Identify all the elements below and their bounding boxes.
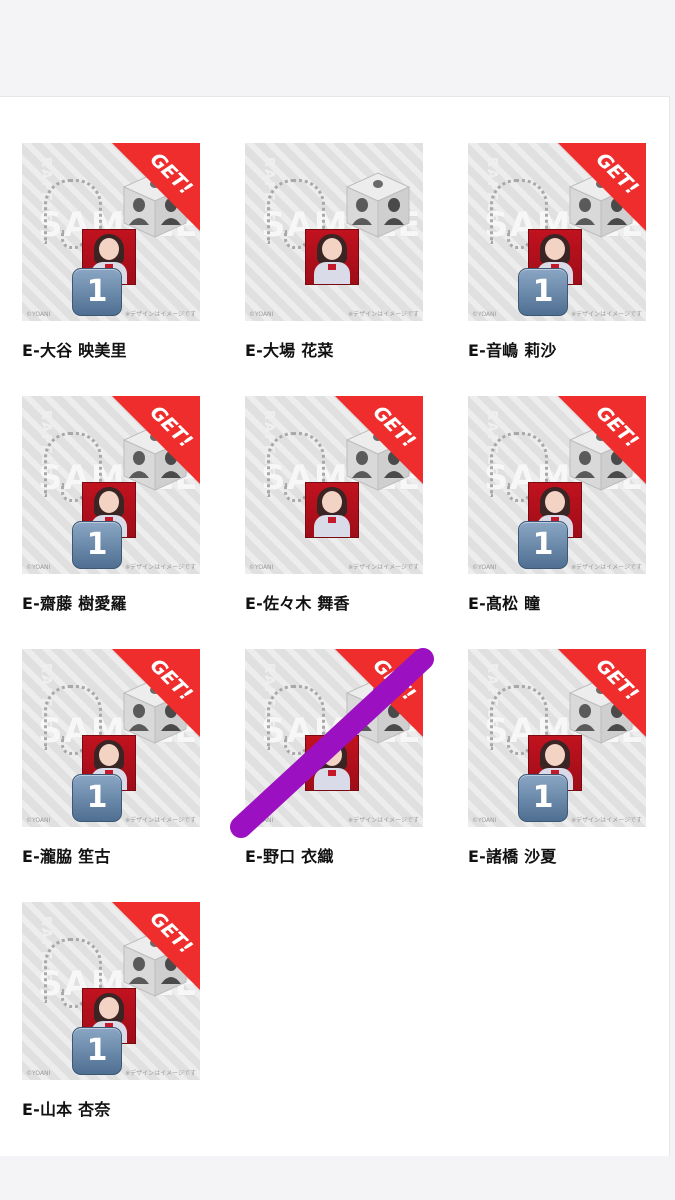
product-name[interactable]: E-齋藤 樹愛羅 [22, 590, 200, 614]
product-name[interactable]: E-音嶋 莉沙 [468, 337, 646, 361]
copyright-label: ©YOANI [472, 817, 497, 824]
design-note-label: ※デザインはイメージです [348, 564, 419, 571]
product-card[interactable]: RAFFLE SAMPLE GET! 1 ©YOANI ※デザインはイメージです… [468, 396, 646, 614]
copyright-label: ©YOANI [26, 311, 51, 318]
bottom-margin [0, 1156, 675, 1200]
member-photo [305, 735, 359, 791]
product-name[interactable]: E-大場 花菜 [245, 337, 423, 361]
product-thumbnail[interactable]: RAFFLE SAMPLE GET! 1 ©YOANI ※デザインはイメージです [468, 396, 646, 574]
product-name[interactable]: E-大谷 映美里 [22, 337, 200, 361]
product-name[interactable]: E-佐々木 舞香 [245, 590, 423, 614]
member-photo [305, 229, 359, 285]
copyright-label: ©YOANI [249, 311, 274, 318]
product-thumbnail[interactable]: RAFFLE SAMPLE GET! 1 ©YOANI ※デザインはイメージです [22, 649, 200, 827]
product-thumbnail[interactable]: RAFFLE SAMPLE ©YOANI ※デザインはイメージです [245, 143, 423, 321]
product-thumbnail[interactable]: RAFFLE SAMPLE GET! 1 ©YOANI ※デザインはイメージです [468, 649, 646, 827]
copyright-label: ©YOANI [249, 564, 274, 571]
design-note-label: ※デザインはイメージです [571, 311, 642, 318]
design-note-label: ※デザインはイメージです [125, 1070, 196, 1077]
product-card[interactable]: RAFFLE SAMPLE GET! 1 ©YOANI ※デザインはイメージです… [22, 649, 200, 867]
product-card[interactable]: RAFFLE SAMPLE GET! 1 ©YOANI ※デザインはイメージです… [468, 649, 646, 867]
top-margin [0, 0, 675, 96]
product-thumbnail[interactable]: RAFFLE SAMPLE GET! 1 ©YOANI ※デザインはイメージです [22, 902, 200, 1080]
product-name[interactable]: E-瀧脇 笙古 [22, 843, 200, 867]
design-note-label: ※デザインはイメージです [571, 564, 642, 571]
count-badge: 1 [72, 521, 122, 569]
product-name[interactable]: E-髙松 瞳 [468, 590, 646, 614]
count-badge: 1 [518, 268, 568, 316]
product-card[interactable]: RAFFLE SAMPLE GET! ©YOANI ※デザインはイメージです E… [245, 396, 423, 614]
count-badge: 1 [72, 774, 122, 822]
product-card[interactable]: RAFFLE SAMPLE GET! 1 ©YOANI ※デザインはイメージです… [22, 902, 200, 1120]
count-badge: 1 [518, 521, 568, 569]
design-note-label: ※デザインはイメージです [348, 311, 419, 318]
design-note-label: ※デザインはイメージです [125, 311, 196, 318]
design-note-label: ※デザインはイメージです [125, 564, 196, 571]
member-photo [305, 482, 359, 538]
product-thumbnail[interactable]: RAFFLE SAMPLE GET! 1 ©YOANI ※デザインはイメージです [22, 396, 200, 574]
copyright-label: ©YOANI [472, 564, 497, 571]
product-card[interactable]: RAFFLE SAMPLE GET! 1 ©YOANI ※デザインはイメージです… [22, 396, 200, 614]
design-note-label: ※デザインはイメージです [348, 817, 419, 824]
design-note-label: ※デザインはイメージです [125, 817, 196, 824]
product-card[interactable]: RAFFLE SAMPLE GET! 1 ©YOANI ※デザインはイメージです… [468, 143, 646, 361]
copyright-label: ©YOANI [26, 1070, 51, 1077]
count-badge: 1 [518, 774, 568, 822]
product-thumbnail[interactable]: RAFFLE SAMPLE GET! 1 ©YOANI ※デザインはイメージです [468, 143, 646, 321]
count-badge: 1 [72, 268, 122, 316]
product-thumbnail[interactable]: RAFFLE SAMPLE GET! ©YOANI ※デザインはイメージです [245, 649, 423, 827]
count-badge: 1 [72, 1027, 122, 1075]
product-card[interactable]: RAFFLE SAMPLE GET! ©YOANI ※デザインはイメージです E… [245, 649, 423, 867]
copyright-label: ©YOANI [26, 564, 51, 571]
product-name[interactable]: E-山本 杏奈 [22, 1096, 200, 1120]
copyright-label: ©YOANI [472, 311, 497, 318]
copyright-label: ©YOANI [249, 817, 274, 824]
product-card[interactable]: RAFFLE SAMPLE ©YOANI ※デザインはイメージです E-大場 花… [245, 143, 423, 361]
product-name[interactable]: E-諸橋 沙夏 [468, 843, 646, 867]
product-card[interactable]: RAFFLE SAMPLE GET! 1 ©YOANI ※デザインはイメージです… [22, 143, 200, 361]
product-thumbnail[interactable]: RAFFLE SAMPLE GET! ©YOANI ※デザインはイメージです [245, 396, 423, 574]
product-thumbnail[interactable]: RAFFLE SAMPLE GET! 1 ©YOANI ※デザインはイメージです [22, 143, 200, 321]
product-name[interactable]: E-野口 衣織 [245, 843, 423, 867]
copyright-label: ©YOANI [26, 817, 51, 824]
design-note-label: ※デザインはイメージです [571, 817, 642, 824]
